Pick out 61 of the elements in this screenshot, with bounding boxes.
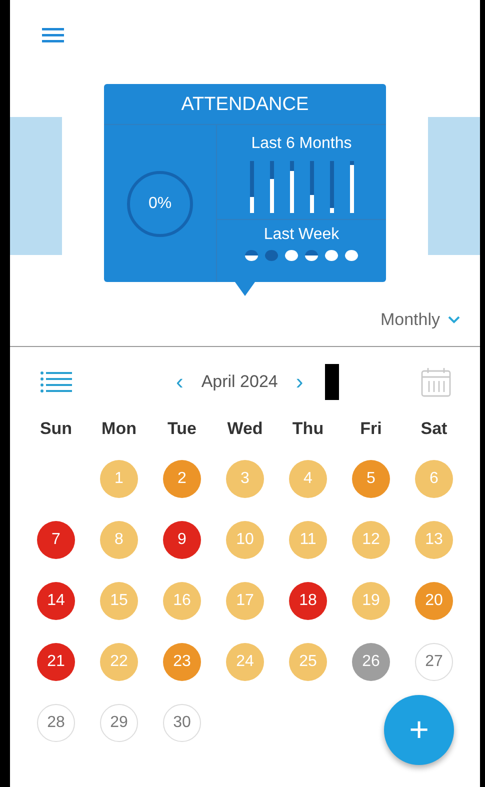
calendar-day[interactable]: 11 <box>289 521 327 559</box>
list-icon[interactable] <box>40 370 72 394</box>
month-title: April 2024 <box>201 372 278 392</box>
menu-icon[interactable] <box>42 27 64 43</box>
calendar-day[interactable]: 5 <box>352 460 390 498</box>
calendar-day[interactable]: 19 <box>352 582 390 620</box>
calendar-day[interactable]: 2 <box>163 460 201 498</box>
calendar-day[interactable]: 26 <box>352 643 390 681</box>
calendar-day[interactable]: 6 <box>415 460 453 498</box>
add-button[interactable]: + <box>384 695 454 765</box>
calendar-day[interactable]: 4 <box>289 460 327 498</box>
month-bar <box>350 161 354 213</box>
calendar-day[interactable]: 15 <box>100 582 138 620</box>
calendar-day[interactable]: 17 <box>226 582 264 620</box>
percent-text: 0% <box>148 194 172 212</box>
calendar-day[interactable]: 18 <box>289 582 327 620</box>
redaction-block <box>325 364 340 400</box>
previous-month-button[interactable]: ‹ <box>172 369 188 395</box>
calendar-icon[interactable] <box>420 366 452 398</box>
next-month-button[interactable]: › <box>292 369 308 395</box>
calendar-day[interactable]: 28 <box>37 704 75 742</box>
month-bar <box>250 161 254 213</box>
weekday-label: Sat <box>420 419 448 437</box>
calendar-day[interactable]: 3 <box>226 460 264 498</box>
calendar-day[interactable]: 20 <box>415 582 453 620</box>
weekday-label: Fri <box>359 419 383 437</box>
calendar-day[interactable]: 25 <box>289 643 327 681</box>
month-bar <box>290 161 294 213</box>
weekday-label: Mon <box>100 419 138 437</box>
chevron-down-icon <box>448 316 460 324</box>
weekday-label: Tue <box>166 419 198 437</box>
period-dropdown[interactable]: Monthly <box>380 306 460 334</box>
calendar-day[interactable]: 14 <box>37 582 75 620</box>
calendar-day[interactable]: 7 <box>37 521 75 559</box>
calendar-day[interactable]: 16 <box>163 582 201 620</box>
calendar-day[interactable]: 10 <box>226 521 264 559</box>
weekday-label: Wed <box>226 419 264 437</box>
calendar-day[interactable]: 22 <box>100 643 138 681</box>
side-card[interactable] <box>10 117 62 255</box>
attendance-card[interactable]: ATTENDANCE 0% Last 6 Months Last Week <box>104 84 386 282</box>
calendar-day[interactable]: 21 <box>37 643 75 681</box>
weekday-label: Thu <box>291 419 325 437</box>
calendar-day[interactable]: 1 <box>100 460 138 498</box>
calendar-day[interactable]: 27 <box>415 643 453 681</box>
calendar-day[interactable]: 23 <box>163 643 201 681</box>
calendar-day[interactable]: 9 <box>163 521 201 559</box>
calendar-day[interactable]: 8 <box>100 521 138 559</box>
side-card[interactable] <box>428 117 480 255</box>
calendar-day[interactable]: 24 <box>226 643 264 681</box>
month-bar <box>270 161 274 213</box>
pointer-icon <box>235 282 255 296</box>
month-bar <box>310 161 314 213</box>
months-label: Last 6 Months <box>251 135 352 153</box>
calendar-day[interactable]: 13 <box>415 521 453 559</box>
calendar-day[interactable]: 29 <box>100 704 138 742</box>
calendar-day[interactable]: 12 <box>352 521 390 559</box>
calendar-day[interactable]: 30 <box>163 704 201 742</box>
week-label: Last Week <box>264 226 340 244</box>
card-title: ATTENDANCE <box>104 84 386 125</box>
month-bar <box>330 161 334 213</box>
weekday-label: Sun <box>38 419 74 437</box>
